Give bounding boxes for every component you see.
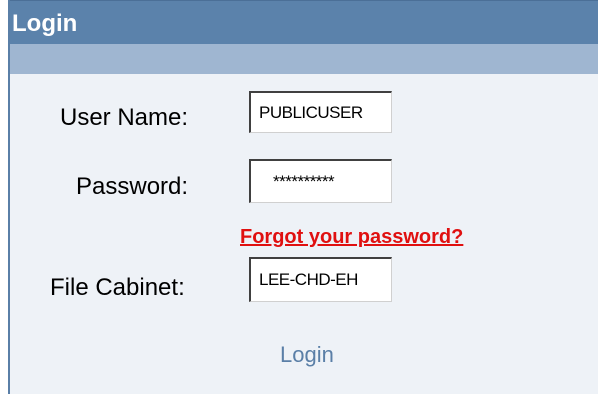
login-subheader-bar — [10, 44, 598, 74]
password-field[interactable] — [249, 159, 392, 203]
forgot-password-link[interactable]: Forgot your password? — [240, 226, 463, 249]
password-label: Password: — [76, 173, 189, 200]
file-cabinet-label: File Cabinet: — [50, 274, 185, 301]
login-button[interactable]: Login — [280, 342, 334, 368]
login-panel: Login User Name: Password: Forgot your p… — [8, 0, 598, 394]
username-label: User Name: — [60, 104, 189, 131]
login-header: Login — [10, 0, 598, 44]
login-header-title: Login — [12, 10, 78, 37]
file-cabinet-field[interactable] — [249, 257, 392, 302]
username-field[interactable] — [249, 91, 392, 133]
